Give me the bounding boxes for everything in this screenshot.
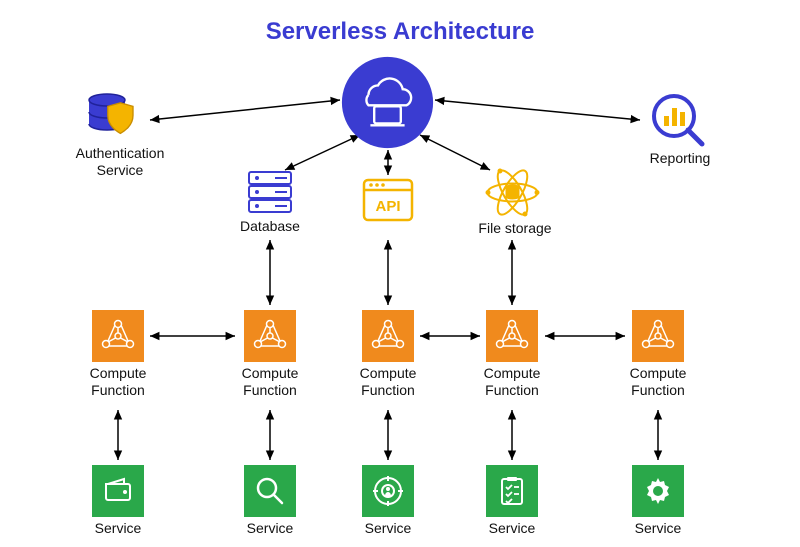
api-node: API <box>362 176 414 224</box>
atom-database-icon <box>485 165 540 220</box>
compute-node-0 <box>92 310 144 362</box>
lambda-network-icon <box>638 316 678 356</box>
compute-label-3: Compute Function <box>472 365 552 399</box>
compute-node-3 <box>486 310 538 362</box>
database-node <box>245 168 295 216</box>
server-stack-icon <box>245 168 295 216</box>
compute-node-1 <box>244 310 296 362</box>
service-label-3: Service <box>472 520 552 537</box>
service-node-3 <box>486 465 538 517</box>
page-title: Serverless Architecture <box>0 18 800 46</box>
lambda-network-icon <box>368 316 408 356</box>
cloud-laptop-icon <box>340 55 435 150</box>
wallet-icon <box>101 474 135 508</box>
service-label-4: Service <box>618 520 698 537</box>
compute-label-4: Compute Function <box>618 365 698 399</box>
lambda-network-icon <box>98 316 138 356</box>
service-node-0 <box>92 465 144 517</box>
api-window-icon: API <box>362 176 414 224</box>
service-label-0: Service <box>78 520 158 537</box>
file-storage-node <box>485 165 540 220</box>
service-node-2 <box>362 465 414 517</box>
database-shield-icon <box>85 90 145 142</box>
lambda-network-icon <box>492 316 532 356</box>
reporting-label: Reporting <box>630 150 730 167</box>
service-node-1 <box>244 465 296 517</box>
service-node-4 <box>632 465 684 517</box>
authentication-node <box>85 90 145 142</box>
compute-node-4 <box>632 310 684 362</box>
target-icon <box>371 474 405 508</box>
svg-text:API: API <box>375 198 400 215</box>
compute-label-1: Compute Function <box>230 365 310 399</box>
database-label: Database <box>230 218 310 235</box>
compute-label-2: Compute Function <box>348 365 428 399</box>
checklist-icon <box>495 474 529 508</box>
authentication-label: Authentication Service <box>60 145 180 179</box>
lambda-network-icon <box>250 316 290 356</box>
compute-node-2 <box>362 310 414 362</box>
search-icon <box>253 474 287 508</box>
magnifier-barchart-icon <box>648 90 708 150</box>
file-storage-label: File storage <box>470 220 560 237</box>
cloud-node <box>340 55 435 150</box>
service-label-1: Service <box>230 520 310 537</box>
reporting-node <box>648 90 708 150</box>
service-label-2: Service <box>348 520 428 537</box>
gear-icon <box>641 474 675 508</box>
compute-label-0: Compute Function <box>78 365 158 399</box>
